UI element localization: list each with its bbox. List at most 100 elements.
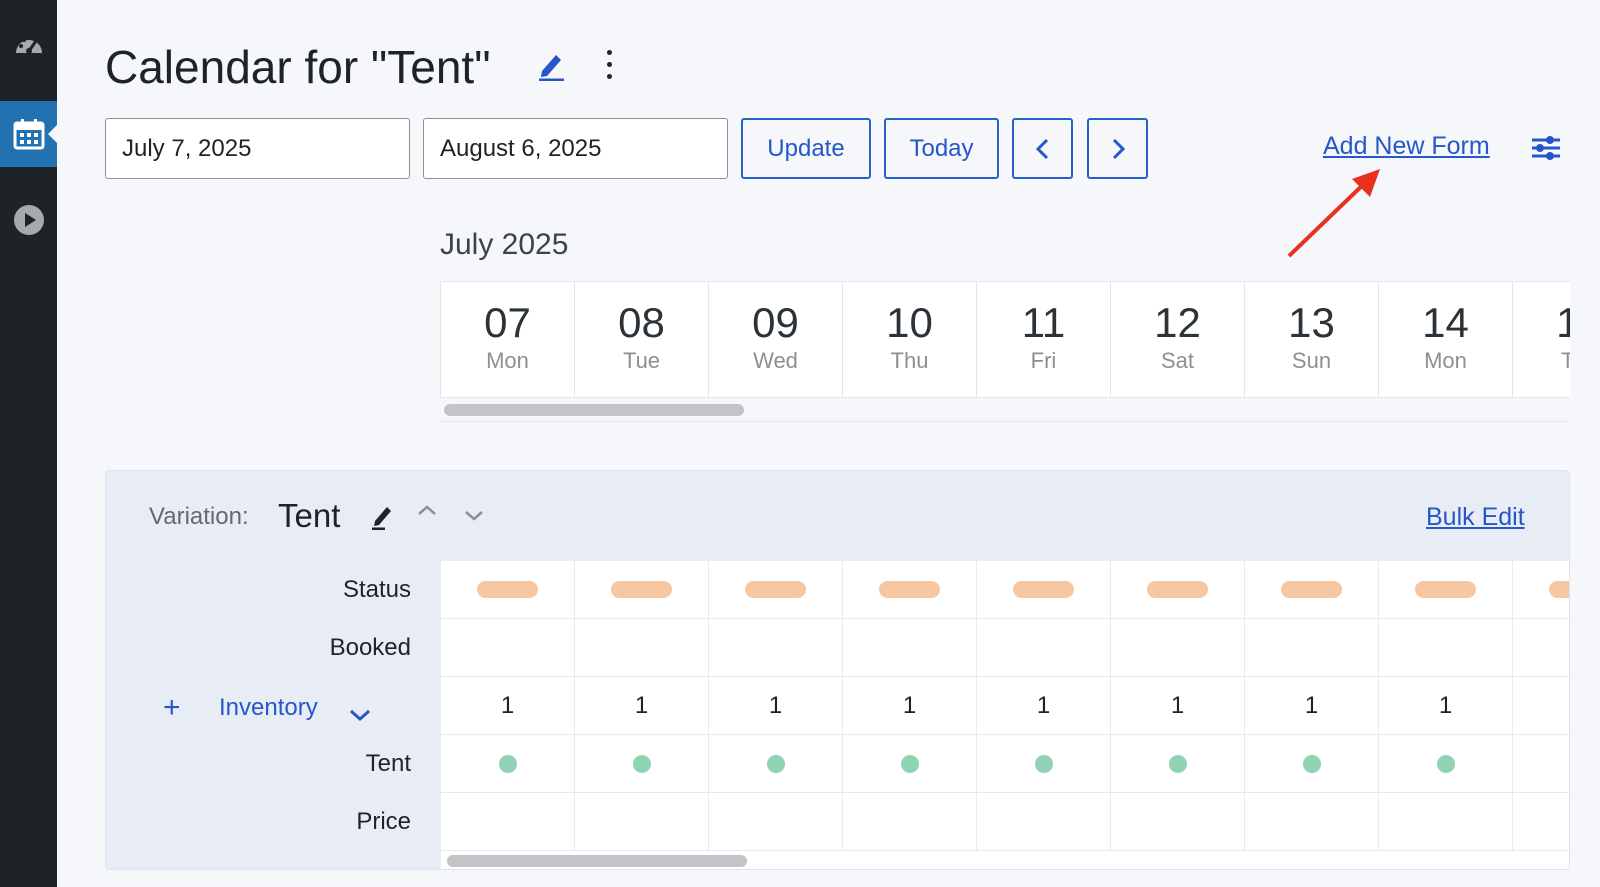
booked-cell[interactable] [1245, 619, 1379, 676]
inventory-toggle[interactable]: Inventory [219, 694, 318, 722]
price-cell[interactable] [441, 793, 575, 850]
sidebar-item-dashboard[interactable] [0, 22, 57, 70]
tent-cell[interactable] [709, 735, 843, 792]
inventory-cell[interactable] [1513, 677, 1569, 734]
inventory-cell[interactable]: 1 [709, 677, 843, 734]
day-column-header[interactable]: 08 Tue [575, 282, 709, 397]
booked-cell[interactable] [1379, 619, 1513, 676]
end-date-input[interactable] [423, 118, 728, 179]
inventory-cell[interactable]: 1 [1379, 677, 1513, 734]
price-cell[interactable] [1379, 793, 1513, 850]
day-number: 12 [1154, 299, 1201, 346]
tent-cell[interactable] [575, 735, 709, 792]
day-column-header[interactable]: 13 Sun [1245, 282, 1379, 397]
day-number: 09 [752, 299, 799, 346]
inventory-cell[interactable]: 1 [1111, 677, 1245, 734]
sidebar-item-media[interactable] [0, 196, 57, 244]
status-pill [1147, 581, 1208, 598]
tent-cell[interactable] [977, 735, 1111, 792]
sidebar-item-calendar[interactable] [0, 101, 57, 167]
day-name: Sat [1160, 348, 1195, 374]
booked-cell[interactable] [709, 619, 843, 676]
chevron-up-icon[interactable] [416, 503, 438, 522]
status-cell[interactable] [1245, 561, 1379, 618]
status-pill [745, 581, 806, 598]
status-row [441, 561, 1569, 619]
tent-cell[interactable] [1379, 735, 1513, 792]
booked-cell[interactable] [441, 619, 575, 676]
header-scrollbar[interactable] [440, 398, 1570, 422]
chevron-down-icon[interactable] [348, 701, 372, 729]
play-icon [13, 205, 44, 235]
available-dot [900, 754, 919, 773]
price-cell[interactable] [1245, 793, 1379, 850]
variation-name: Tent [278, 497, 341, 534]
booked-cell[interactable] [575, 619, 709, 676]
row-inventory: + Inventory [106, 677, 441, 735]
booked-cell[interactable] [977, 619, 1111, 676]
status-cell[interactable] [1379, 561, 1513, 618]
chevron-down-icon[interactable] [463, 509, 485, 528]
more-options-icon[interactable] [603, 48, 615, 82]
day-column-header[interactable]: 10 Thu [843, 282, 977, 397]
price-cell[interactable] [977, 793, 1111, 850]
day-column-header[interactable]: 12 Sat [1111, 282, 1245, 397]
price-cell[interactable] [709, 793, 843, 850]
bulk-edit-link[interactable]: Bulk Edit [1426, 503, 1525, 532]
tent-cell[interactable] [1111, 735, 1245, 792]
page-title: Calendar for "Tent" [105, 41, 491, 93]
status-cell[interactable] [709, 561, 843, 618]
booked-cell[interactable] [1513, 619, 1569, 676]
add-new-form-link[interactable]: Add New Form [1323, 132, 1490, 161]
day-column-header[interactable]: 15Tue [1513, 282, 1570, 397]
inventory-row: 1 1 1 1 1 1 1 1 [441, 677, 1569, 735]
inventory-cell[interactable]: 1 [843, 677, 977, 734]
available-dot [1168, 754, 1187, 773]
add-inventory-icon[interactable]: + [163, 693, 181, 723]
grid-scrollbar[interactable] [441, 851, 1569, 869]
scrollbar-thumb[interactable] [444, 404, 744, 416]
price-cell[interactable] [843, 793, 977, 850]
month-label: July 2025 [440, 228, 569, 261]
day-column-header[interactable]: 09 Wed [709, 282, 843, 397]
status-cell[interactable] [977, 561, 1111, 618]
price-cell[interactable] [1111, 793, 1245, 850]
scrollbar-thumb[interactable] [447, 855, 747, 867]
price-cell[interactable] [1513, 793, 1569, 850]
day-column-header[interactable]: 11 Fri [977, 282, 1111, 397]
inventory-cell[interactable]: 1 [441, 677, 575, 734]
previous-button[interactable] [1012, 118, 1073, 179]
booked-cell[interactable] [843, 619, 977, 676]
tent-cell[interactable] [1513, 735, 1569, 792]
inventory-cell[interactable]: 1 [1245, 677, 1379, 734]
status-pill [1549, 581, 1569, 598]
day-column-header[interactable]: 07 Mon [441, 282, 575, 397]
status-cell[interactable] [441, 561, 575, 618]
next-button[interactable] [1087, 118, 1148, 179]
status-pill [1415, 581, 1476, 598]
status-cell[interactable] [575, 561, 709, 618]
row-labels: Status Booked + Inventory Tent Price [106, 561, 441, 851]
day-name: Fri [1030, 348, 1057, 374]
day-number: 14 [1422, 299, 1469, 346]
status-cell[interactable] [1513, 561, 1569, 618]
update-button[interactable]: Update [741, 118, 871, 179]
today-button[interactable]: Today [884, 118, 999, 179]
status-cell[interactable] [1111, 561, 1245, 618]
settings-sliders-icon[interactable] [1530, 133, 1562, 168]
tent-cell[interactable] [441, 735, 575, 792]
tent-cell[interactable] [1245, 735, 1379, 792]
edit-variation-icon[interactable] [370, 502, 396, 535]
status-pill [1013, 581, 1074, 598]
status-cell[interactable] [843, 561, 977, 618]
day-column-header[interactable]: 14 Mon [1379, 282, 1513, 397]
edit-title-icon[interactable] [536, 49, 566, 86]
tent-cell[interactable] [843, 735, 977, 792]
inventory-cell[interactable]: 1 [977, 677, 1111, 734]
price-cell[interactable] [575, 793, 709, 850]
inventory-cell[interactable]: 1 [575, 677, 709, 734]
day-name: Mon [1424, 348, 1467, 374]
tent-row [441, 735, 1569, 793]
booked-cell[interactable] [1111, 619, 1245, 676]
start-date-input[interactable] [105, 118, 410, 179]
